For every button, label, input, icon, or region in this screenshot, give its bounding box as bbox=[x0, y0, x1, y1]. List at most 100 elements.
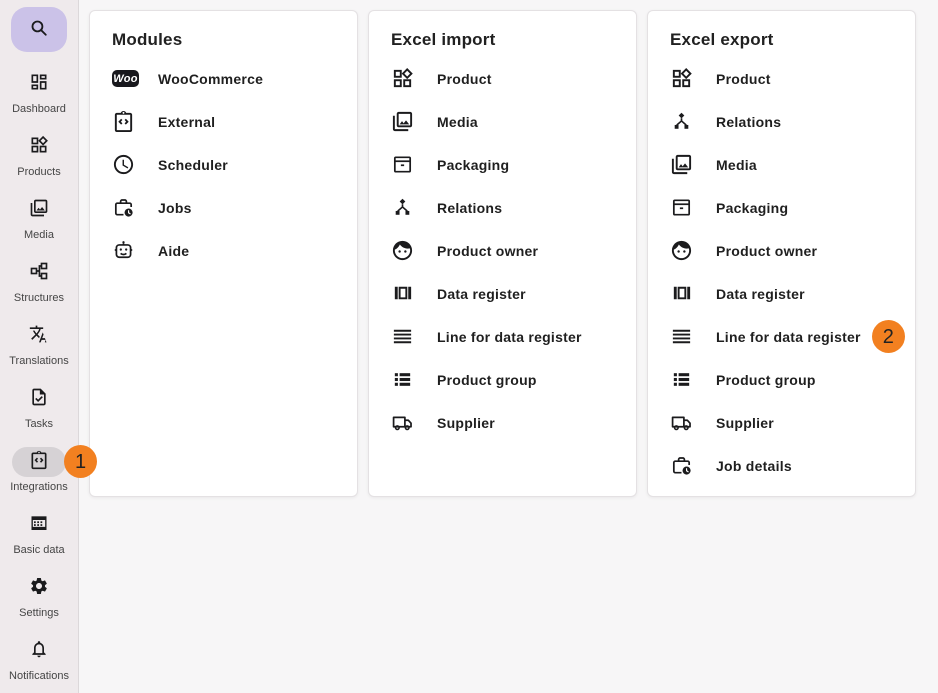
lines-icon bbox=[670, 325, 697, 349]
product-icon bbox=[29, 135, 49, 160]
card-item-product-group[interactable]: Product group bbox=[648, 358, 915, 401]
card-item-data-register[interactable]: Data register bbox=[648, 272, 915, 315]
sidebar-icon-wrap bbox=[12, 573, 66, 603]
card-item-media[interactable]: Media bbox=[648, 143, 915, 186]
sidebar-item-label: Dashboard bbox=[12, 103, 66, 115]
product-icon bbox=[391, 67, 418, 91]
card-item-external[interactable]: External bbox=[90, 100, 357, 143]
card-item-aide[interactable]: Aide bbox=[90, 229, 357, 272]
sidebar-icon-wrap bbox=[12, 321, 66, 351]
card-item-product-owner[interactable]: Product owner bbox=[369, 229, 636, 272]
sidebar-item-settings[interactable]: Settings bbox=[0, 567, 78, 630]
card-title: Excel import bbox=[391, 30, 614, 50]
sidebar-item-label: Translations bbox=[9, 355, 69, 367]
woocommerce-icon: Woo bbox=[112, 67, 139, 91]
card-item-label: Supplier bbox=[437, 415, 495, 431]
data-register-icon bbox=[670, 282, 697, 306]
list-blocks-icon bbox=[670, 368, 697, 392]
tasks-icon bbox=[29, 387, 49, 412]
sidebar: Dashboard Products Media Structures Translat… bbox=[0, 0, 79, 693]
card-item-label: Product group bbox=[437, 372, 537, 388]
sidebar-item-integrations[interactable]: Integrations1 bbox=[0, 441, 78, 504]
card-item-product[interactable]: Product bbox=[648, 57, 915, 100]
card-item-product[interactable]: Product bbox=[369, 57, 636, 100]
sidebar-item-basic-data[interactable]: Basic data bbox=[0, 504, 78, 567]
card-item-line-for-data-register[interactable]: Line for data register bbox=[369, 315, 636, 358]
card-item-scheduler[interactable]: Scheduler bbox=[90, 143, 357, 186]
app-window: Dashboard Products Media Structures Translat… bbox=[0, 0, 938, 693]
sidebar-icon-wrap bbox=[12, 510, 66, 540]
clipboard-code-icon bbox=[29, 450, 49, 475]
sidebar-item-structures[interactable]: Structures bbox=[0, 252, 78, 315]
product-icon bbox=[670, 67, 697, 91]
main-content: Modules WooWooCommerce External Scheduler Jo… bbox=[79, 0, 938, 693]
card-item-label: Aide bbox=[158, 243, 189, 259]
sidebar-item-label: Structures bbox=[14, 292, 64, 304]
sidebar-icon-wrap bbox=[12, 195, 66, 225]
card-excel-export: Excel export Product Relations Media Packagi… bbox=[647, 10, 916, 497]
card-item-label: Packaging bbox=[716, 200, 788, 216]
card-item-list: WooWooCommerce External Scheduler Jobs Aide bbox=[90, 57, 357, 272]
step-badge: 1 bbox=[64, 445, 97, 478]
card-item-label: Scheduler bbox=[158, 157, 228, 173]
card-item-label: Jobs bbox=[158, 200, 192, 216]
card-item-supplier[interactable]: Supplier bbox=[648, 401, 915, 444]
structures-icon bbox=[29, 261, 49, 286]
card-item-label: Packaging bbox=[437, 157, 509, 173]
sidebar-item-notifications[interactable]: Notifications bbox=[0, 630, 78, 693]
packaging-icon bbox=[670, 196, 697, 220]
sidebar-item-tasks[interactable]: Tasks bbox=[0, 378, 78, 441]
sidebar-item-dashboard[interactable]: Dashboard bbox=[0, 63, 78, 126]
sidebar-item-translations[interactable]: Translations bbox=[0, 315, 78, 378]
card-item-jobs[interactable]: Jobs bbox=[90, 186, 357, 229]
card-item-label: Supplier bbox=[716, 415, 774, 431]
sidebar-item-media[interactable]: Media bbox=[0, 189, 78, 252]
card-item-packaging[interactable]: Packaging bbox=[648, 186, 915, 229]
card-item-line-for-data-register[interactable]: Line for data register2 bbox=[648, 315, 915, 358]
search-button[interactable] bbox=[11, 7, 67, 52]
media-icon bbox=[29, 198, 49, 223]
card-item-label: Media bbox=[716, 157, 757, 173]
media-icon bbox=[391, 110, 418, 134]
briefcase-clock-icon bbox=[112, 196, 139, 220]
sidebar-item-label: Products bbox=[17, 166, 60, 178]
sidebar-icon-wrap bbox=[12, 258, 66, 288]
list-blocks-icon bbox=[391, 368, 418, 392]
card-item-label: External bbox=[158, 114, 215, 130]
card-item-label: Product bbox=[716, 71, 771, 87]
sidebar-item-products[interactable]: Products bbox=[0, 126, 78, 189]
card-item-label: Media bbox=[437, 114, 478, 130]
card-item-label: Relations bbox=[437, 200, 502, 216]
card-item-label: Product bbox=[437, 71, 492, 87]
basic-data-icon bbox=[29, 513, 49, 538]
lines-icon bbox=[391, 325, 418, 349]
briefcase-clock-icon bbox=[670, 454, 697, 478]
sidebar-item-label: Basic data bbox=[13, 544, 64, 556]
card-item-label: Relations bbox=[716, 114, 781, 130]
card-title: Excel export bbox=[670, 30, 893, 50]
card-item-packaging[interactable]: Packaging bbox=[369, 143, 636, 186]
card-item-supplier[interactable]: Supplier bbox=[369, 401, 636, 444]
card-title: Modules bbox=[112, 30, 335, 50]
card-item-woocommerce[interactable]: WooWooCommerce bbox=[90, 57, 357, 100]
sidebar-item-label: Media bbox=[24, 229, 54, 241]
card-item-label: Product owner bbox=[437, 243, 538, 259]
sidebar-item-label: Notifications bbox=[9, 670, 69, 682]
card-item-product-group[interactable]: Product group bbox=[369, 358, 636, 401]
card-item-product-owner[interactable]: Product owner bbox=[648, 229, 915, 272]
card-item-media[interactable]: Media bbox=[369, 100, 636, 143]
settings-icon bbox=[29, 576, 49, 601]
card-item-data-register[interactable]: Data register bbox=[369, 272, 636, 315]
sidebar-nav: Dashboard Products Media Structures Translat… bbox=[0, 63, 78, 693]
card-item-relations[interactable]: Relations bbox=[648, 100, 915, 143]
card-item-label: Data register bbox=[716, 286, 805, 302]
sidebar-icon-wrap bbox=[12, 69, 66, 99]
notifications-icon bbox=[29, 639, 49, 664]
sidebar-icon-wrap bbox=[12, 636, 66, 666]
active-item-pill bbox=[12, 447, 66, 477]
card-item-label: Line for data register bbox=[716, 329, 861, 345]
sidebar-item-label: Integrations bbox=[10, 481, 67, 493]
card-item-relations[interactable]: Relations bbox=[369, 186, 636, 229]
card-item-job-details[interactable]: Job details bbox=[648, 444, 915, 487]
card-item-list: Product Relations Media Packaging Product ow… bbox=[648, 57, 915, 487]
